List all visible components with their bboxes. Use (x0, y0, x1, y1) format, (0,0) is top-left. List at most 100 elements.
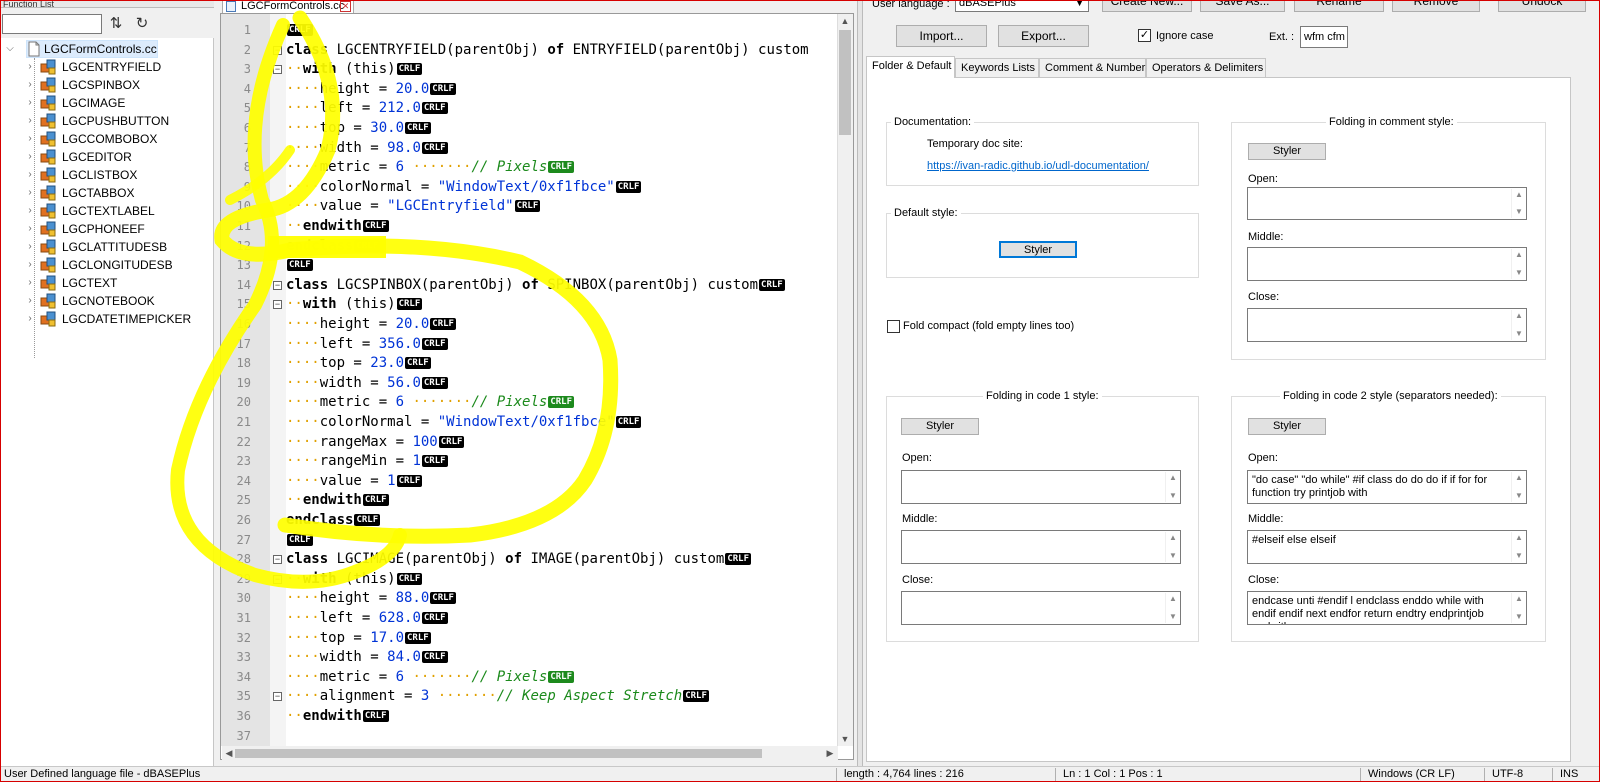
code-line[interactable]: ····rangeMax = 100 CRLF (286, 432, 465, 452)
tree-item-lgccombobox[interactable]: › LGCCOMBOBOX (0, 130, 214, 148)
code-line[interactable]: ····colorNormal = "WindowText/0xf1fbce" C… (286, 177, 642, 197)
expand-arrow-icon[interactable]: › (24, 113, 36, 129)
code-line[interactable]: ··endwith CRLF (286, 706, 389, 726)
code-line[interactable]: ····width = 84.0 CRLF (286, 647, 448, 667)
expand-arrow-icon[interactable]: › (24, 77, 36, 93)
code-line[interactable]: ··with (this) CRLF (286, 294, 423, 314)
expand-arrow-icon[interactable]: › (24, 257, 36, 273)
default-styler-button[interactable]: Styler (999, 241, 1077, 258)
code-line[interactable]: ··endwith CRLF (286, 490, 389, 510)
save-as-button[interactable]: Save As... (1200, 0, 1285, 12)
rename-button[interactable]: Rename (1294, 0, 1384, 12)
expand-arrow-icon[interactable]: › (24, 239, 36, 255)
tab-keywords-lists[interactable]: Keywords Lists (955, 58, 1039, 77)
code-line[interactable]: ····rangeMin = 1 CRLF (286, 451, 448, 471)
tree-item-lgcimage[interactable]: › LGCIMAGE (0, 94, 214, 112)
code-line[interactable]: ····width = 56.0 CRLF (286, 373, 448, 393)
undock-button[interactable]: Undock (1498, 0, 1586, 12)
fold-toggle-icon[interactable]: − (273, 45, 282, 55)
code1-close-textarea[interactable]: ▲ ▼ (901, 591, 1181, 625)
code-line[interactable]: ····height = 20.0 CRLF (286, 79, 456, 99)
code-line[interactable]: ····left = 212.0 CRLF (286, 98, 448, 118)
tab-lgcformcontrols[interactable]: LGCFormControls.cc (222, 0, 354, 13)
comment-close-textarea[interactable]: ▲ ▼ (1247, 308, 1527, 342)
code-line[interactable]: ····value = 1 CRLF (286, 471, 423, 491)
fold-toggle-icon[interactable]: − (273, 574, 282, 584)
comment-styler-button[interactable]: Styler (1248, 143, 1326, 160)
ignore-case-checkbox[interactable]: ✓ (1138, 29, 1151, 42)
editor-vertical-scroll-thumb[interactable] (839, 30, 851, 135)
code1-middle-textarea[interactable]: ▲ ▼ (901, 530, 1181, 564)
create-new-button[interactable]: Create New... (1102, 0, 1192, 12)
code-line[interactable]: class LGCSPINBOX(parentObj) of SPINBOX(p… (286, 275, 785, 295)
sort-az-icon[interactable]: ⇅ (104, 14, 128, 34)
fold-toggle-icon[interactable]: − (273, 300, 282, 310)
code-line[interactable]: ····value = "LGCEntryfield" CRLF (286, 196, 541, 216)
status-eol[interactable]: Windows (CR LF) (1368, 767, 1478, 782)
status-encoding[interactable]: UTF-8 (1492, 767, 1542, 782)
code-line[interactable]: ····height = 88.0 CRLF (286, 588, 456, 608)
status-mode[interactable]: INS (1560, 767, 1590, 782)
code-line[interactable]: ····left = 356.0 CRLF (286, 334, 448, 354)
tree-item-lgclattitudesb[interactable]: › LGCLATTITUDESB (0, 238, 214, 256)
tree-item-lgcpushbutton[interactable]: › LGCPUSHBUTTON (0, 112, 214, 130)
function-list-search-input[interactable] (2, 14, 102, 34)
code1-styler-button[interactable]: Styler (901, 418, 979, 435)
code-line[interactable]: ····height = 20.0 CRLF (286, 314, 456, 334)
scroll-up-icon[interactable]: ▲ (838, 14, 852, 28)
doc-site-link[interactable]: https://ivan-radic.github.io/udl-documen… (927, 160, 1149, 172)
expand-arrow-icon[interactable]: › (24, 95, 36, 111)
expand-arrow-icon[interactable]: › (24, 131, 36, 147)
comment-open-textarea[interactable]: ▲ ▼ (1247, 187, 1527, 220)
code-line[interactable]: ····metric = 6 ·······// Pixels CRLF (286, 392, 575, 412)
user-language-select[interactable]: dBASEPlus ▼ (955, 0, 1089, 12)
code-line[interactable]: ··with (this) CRLF (286, 569, 423, 589)
expand-arrow-icon[interactable]: › (24, 185, 36, 201)
scroll-left-icon[interactable]: ◀ (222, 746, 236, 760)
code-line[interactable]: ··with (this) CRLF (286, 59, 423, 79)
tree-item-lgcentryfield[interactable]: › LGCENTRYFIELD (0, 58, 214, 76)
code2-styler-button[interactable]: Styler (1248, 418, 1326, 435)
tree-item-lgclistbox[interactable]: › LGCLISTBOX (0, 166, 214, 184)
scroll-down-icon[interactable]: ▼ (838, 732, 852, 746)
fold-toggle-icon[interactable]: − (273, 555, 282, 565)
tree-item-lgctext[interactable]: › LGCTEXT (0, 274, 214, 292)
import-button[interactable]: Import... (896, 25, 987, 47)
scroll-right-icon[interactable]: ▶ (823, 746, 837, 760)
code-line[interactable]: ····width = 98.0 CRLF (286, 138, 448, 158)
code-line[interactable]: CRLF (286, 530, 313, 550)
comment-middle-textarea[interactable]: ▲ ▼ (1247, 247, 1527, 281)
code-line[interactable]: class LGCIMAGE(parentObj) of IMAGE(paren… (286, 549, 752, 569)
expand-arrow-icon[interactable]: › (24, 203, 36, 219)
collapse-arrow-icon[interactable]: ⌵ (4, 41, 16, 57)
ext-input[interactable] (1300, 26, 1348, 48)
code2-middle-textarea[interactable]: #elseif else elseif ▲ ▼ (1247, 530, 1527, 564)
expand-arrow-icon[interactable]: › (24, 293, 36, 309)
tab-folder-default[interactable]: Folder & Default (866, 56, 955, 78)
expand-arrow-icon[interactable]: › (24, 311, 36, 327)
tree-item-lgcphoneef[interactable]: › LGCPHONEEF (0, 220, 214, 238)
expand-arrow-icon[interactable]: › (24, 149, 36, 165)
editor-horizontal-scroll-thumb[interactable] (235, 749, 762, 758)
refresh-icon[interactable]: ↻ (130, 14, 154, 34)
code-line[interactable]: class LGCENTRYFIELD(parentObj) of ENTRYF… (286, 40, 809, 60)
tab-operators-delimiters[interactable]: Operators & Delimiters (1146, 58, 1266, 77)
code-line[interactable]: ····left = 628.0 CRLF (286, 608, 448, 628)
code-line[interactable]: ··endwith CRLF (286, 216, 389, 236)
code-line[interactable]: endclass CRLF (286, 236, 381, 256)
expand-arrow-icon[interactable]: › (24, 59, 36, 75)
tree-root-file[interactable]: ⌵ LGCFormControls.cc (0, 40, 214, 58)
code-line[interactable]: ····alignment = 3 ·······// Keep Aspect … (286, 686, 709, 706)
tab-comment-number[interactable]: Comment & Number (1039, 58, 1146, 77)
code2-close-textarea[interactable]: endcase unti #endif l endclass enddo whi… (1247, 591, 1527, 625)
tree-item-lgclongitudesb[interactable]: › LGCLONGITUDESB (0, 256, 214, 274)
fold-toggle-icon[interactable]: − (273, 692, 282, 702)
remove-button[interactable]: Remove (1392, 0, 1480, 12)
code-line[interactable]: ····top = 17.0 CRLF (286, 628, 431, 648)
tree-item-lgceditor[interactable]: › LGCEDITOR (0, 148, 214, 166)
code-line[interactable]: ····top = 23.0 CRLF (286, 353, 431, 373)
expand-arrow-icon[interactable]: › (24, 167, 36, 183)
tree-item-lgcnotebook[interactable]: › LGCNOTEBOOK (0, 292, 214, 310)
tree-item-lgcspinbox[interactable]: › LGCSPINBOX (0, 76, 214, 94)
code1-open-textarea[interactable]: ▲ ▼ (901, 470, 1181, 504)
